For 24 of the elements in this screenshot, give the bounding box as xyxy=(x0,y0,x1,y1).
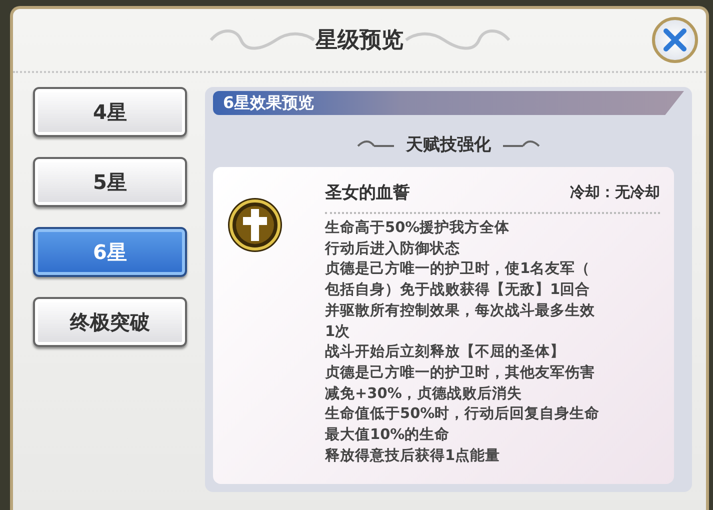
description-line: 贞德是己方唯一的护卫时，其他友军伤害 xyxy=(325,363,596,383)
description-line: 包括自身）免于战败获得【无敌】1回合 xyxy=(325,280,592,300)
description-line: 行动后进入防御状态 xyxy=(325,240,461,259)
description-line: 1次 xyxy=(325,322,352,342)
star-tab[interactable]: 4星 xyxy=(33,87,187,137)
description-line: 战斗开始后立刻释放【不屈的圣体】 xyxy=(325,342,566,362)
cooldown-text: 冷却：无冷却 xyxy=(570,182,660,202)
panel-header: 6星效果预览 xyxy=(213,91,684,115)
description-line: 最大值10%的生命 xyxy=(325,426,451,446)
close-button[interactable] xyxy=(652,17,698,63)
description-line: 生命值低于50%时，行动后回复自身生命 xyxy=(325,404,601,424)
close-icon xyxy=(662,27,688,53)
star-tab[interactable]: 6星 xyxy=(33,227,187,277)
description-line: 并驱散所有控制效果，每次战斗最多生效 xyxy=(325,302,596,321)
section-title: 天赋技强化 xyxy=(406,134,491,157)
description-line: 减免+30%，贞德战败后消失 xyxy=(325,384,523,404)
cross-icon xyxy=(227,196,283,252)
window-title: 星级预览 xyxy=(316,26,404,54)
description-line: 贞德是己方唯一的护卫时，使1名友军（ xyxy=(325,259,592,280)
description-line: 生命高于50%援护我方全体 xyxy=(325,218,511,238)
skill-name: 圣女的血誓 xyxy=(325,182,410,204)
star-tab[interactable]: 5星 xyxy=(33,157,187,207)
description-line: 释放得意技后获得1点能量 xyxy=(325,446,502,466)
star-tab[interactable]: 终极突破 xyxy=(33,297,187,347)
